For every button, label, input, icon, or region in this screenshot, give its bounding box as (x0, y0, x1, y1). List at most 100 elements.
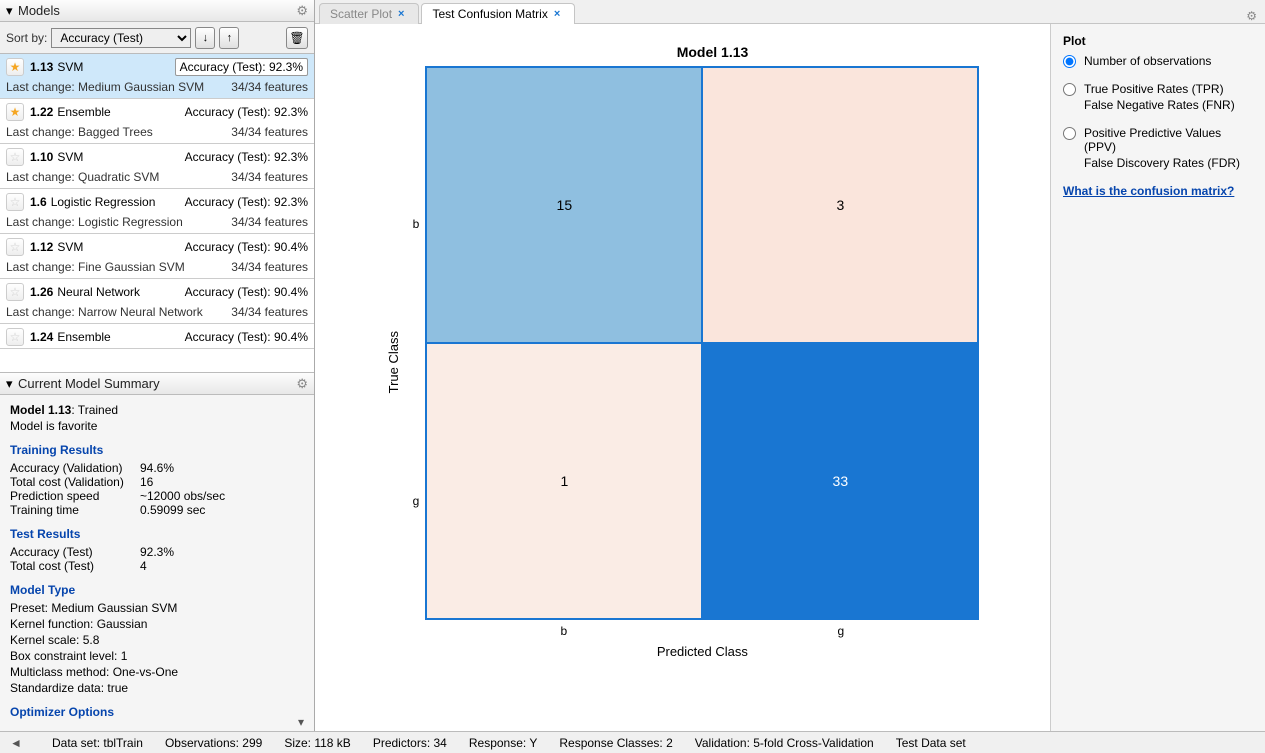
models-panel-header[interactable]: ▾ Models ⚙ (0, 0, 314, 22)
star-icon[interactable]: ☆ (6, 238, 24, 256)
model-accuracy: Accuracy (Test): 90.4% (185, 330, 308, 344)
model-accuracy: Accuracy (Test): 92.3% (175, 58, 308, 76)
star-icon[interactable]: ☆ (6, 283, 24, 301)
models-list[interactable]: ★1.13 SVMAccuracy (Test): 92.3%Last chan… (0, 54, 314, 372)
model-type: Ensemble (57, 105, 110, 119)
star-icon[interactable]: ☆ (6, 148, 24, 166)
prediction-speed-label: Prediction speed (10, 489, 140, 503)
model-features: 34/34 features (231, 125, 308, 139)
radio-observations[interactable]: Number of observations (1063, 54, 1253, 68)
sort-by-select[interactable]: Accuracy (Test) (51, 28, 191, 48)
star-icon[interactable]: ★ (6, 58, 24, 76)
model-type: Ensemble (57, 330, 110, 344)
chart-title: Model 1.13 (335, 44, 1030, 60)
close-icon[interactable]: × (398, 8, 404, 20)
model-type: SVM (57, 60, 83, 74)
summary-body[interactable]: Model 1.13: Trained Model is favorite Tr… (0, 395, 314, 731)
kernel-fn-line: Kernel function: Gaussian (10, 617, 304, 631)
confusion-matrix: 15 3 1 33 (425, 66, 979, 620)
radio-tpr-label: True Positive Rates (TPR) (1084, 82, 1235, 96)
model-features: 34/34 features (231, 305, 308, 319)
model-id: 1.22 (30, 105, 53, 119)
acc-validation-label: Accuracy (Validation) (10, 461, 140, 475)
model-accuracy: Accuracy (Test): 92.3% (185, 150, 308, 164)
summary-model-id: Model 1.13 (10, 403, 71, 417)
model-features: 34/34 features (231, 260, 308, 274)
model-row[interactable]: ★1.13 SVMAccuracy (Test): 92.3%Last chan… (0, 54, 314, 99)
summary-panel-header[interactable]: ▾ Current Model Summary ⚙ (0, 373, 314, 395)
model-row[interactable]: ★1.22 EnsembleAccuracy (Test): 92.3%Last… (0, 99, 314, 144)
sidebar: ▾ Models ⚙ Sort by: Accuracy (Test) ↓ ↑ … (0, 0, 315, 731)
training-time-value: 0.59099 sec (140, 503, 205, 517)
center-column: Scatter Plot × Test Confusion Matrix × ⚙… (315, 0, 1265, 731)
radio-ppv-fdr-input[interactable] (1063, 127, 1076, 140)
tab-confmat-label: Test Confusion Matrix (432, 7, 547, 21)
radio-ppv-fdr[interactable]: Positive Predictive Values (PPV) False D… (1063, 126, 1253, 170)
acc-validation-value: 94.6% (140, 461, 174, 475)
model-type: Logistic Regression (51, 195, 156, 209)
tab-test-confusion-matrix[interactable]: Test Confusion Matrix × (421, 3, 575, 24)
radio-observations-input[interactable] (1063, 55, 1076, 68)
optimizer-options-header: Optimizer Options (10, 705, 304, 719)
expand-arrow-icon[interactable]: ▾ (298, 715, 310, 727)
gear-icon[interactable]: ⚙ (296, 3, 308, 19)
cost-test-value: 4 (140, 559, 147, 573)
model-id: 1.24 (30, 330, 53, 344)
delete-button[interactable]: 🗑 (286, 27, 308, 49)
y-axis-label: True Class (386, 331, 401, 393)
model-features: 34/34 features (231, 170, 308, 184)
kernel-scale-line: Kernel scale: 5.8 (10, 633, 304, 647)
sort-asc-button[interactable]: ↑ (219, 27, 239, 49)
radio-ppv-label: Positive Predictive Values (PPV) (1084, 126, 1253, 154)
model-type-header: Model Type (10, 583, 304, 597)
model-id: 1.12 (30, 240, 53, 254)
star-icon[interactable]: ☆ (6, 328, 24, 346)
model-row[interactable]: ☆ 1.24 Ensemble Accuracy (Test): 90.4% (0, 324, 314, 349)
star-icon[interactable]: ☆ (6, 193, 24, 211)
star-icon[interactable]: ★ (6, 103, 24, 121)
tab-scatter-plot[interactable]: Scatter Plot × (319, 3, 419, 24)
summary-panel-title: Current Model Summary (16, 376, 296, 391)
models-panel-title: Models (16, 3, 296, 18)
status-observations: Observations: 299 (165, 736, 262, 750)
training-time-label: Training time (10, 503, 140, 517)
status-test-data: Test Data set (896, 736, 966, 750)
model-type: SVM (57, 150, 83, 164)
summary-trained: : Trained (71, 403, 118, 417)
training-results-header: Training Results (10, 443, 304, 457)
model-type: SVM (57, 240, 83, 254)
status-predictors: Predictors: 34 (373, 736, 447, 750)
plot-options-title: Plot (1063, 34, 1253, 48)
model-accuracy: Accuracy (Test): 92.3% (185, 195, 308, 209)
cell-g-g: 33 (702, 343, 978, 619)
acc-test-value: 92.3% (140, 545, 174, 559)
model-row[interactable]: ☆1.10 SVMAccuracy (Test): 92.3%Last chan… (0, 144, 314, 189)
sort-desc-button[interactable]: ↓ (195, 27, 215, 49)
sort-by-label: Sort by: (6, 31, 47, 45)
model-row[interactable]: ☆1.26 Neural NetworkAccuracy (Test): 90.… (0, 279, 314, 324)
tab-scatter-label: Scatter Plot (330, 7, 392, 21)
model-last-change: Last change: Fine Gaussian SVM (6, 260, 231, 274)
radio-fdr-label: False Discovery Rates (FDR) (1084, 156, 1253, 170)
model-row[interactable]: ☆ 1.12 SVM Accuracy (Test): 90.4% Last chan… (0, 234, 314, 279)
radio-fnr-label: False Negative Rates (FNR) (1084, 98, 1235, 112)
model-accuracy: Accuracy (Test): 90.4% (185, 240, 308, 254)
radio-tpr-fnr-input[interactable] (1063, 83, 1076, 96)
acc-test-label: Accuracy (Test) (10, 545, 140, 559)
model-last-change: Last change: Medium Gaussian SVM (6, 80, 231, 94)
status-validation: Validation: 5-fold Cross-Validation (695, 736, 874, 750)
radio-observations-label: Number of observations (1084, 54, 1211, 68)
scroll-left-icon[interactable]: ◄ (10, 736, 24, 750)
chevron-down-icon: ▾ (6, 3, 16, 19)
radio-tpr-fnr[interactable]: True Positive Rates (TPR) False Negative… (1063, 82, 1253, 112)
cell-g-b: 1 (426, 343, 702, 619)
close-icon[interactable]: × (554, 8, 560, 20)
status-response-classes: Response Classes: 2 (559, 736, 672, 750)
gear-icon[interactable]: ⚙ (296, 376, 308, 392)
help-link[interactable]: What is the confusion matrix? (1063, 184, 1253, 198)
gear-icon[interactable]: ⚙ (1246, 9, 1257, 23)
status-bar: ◄ Data set: tblTrain Observations: 299 S… (0, 731, 1265, 753)
x-axis-label: Predicted Class (657, 644, 748, 659)
model-accuracy: Accuracy (Test): 92.3% (185, 105, 308, 119)
model-row[interactable]: ☆1.6 Logistic RegressionAccuracy (Test):… (0, 189, 314, 234)
